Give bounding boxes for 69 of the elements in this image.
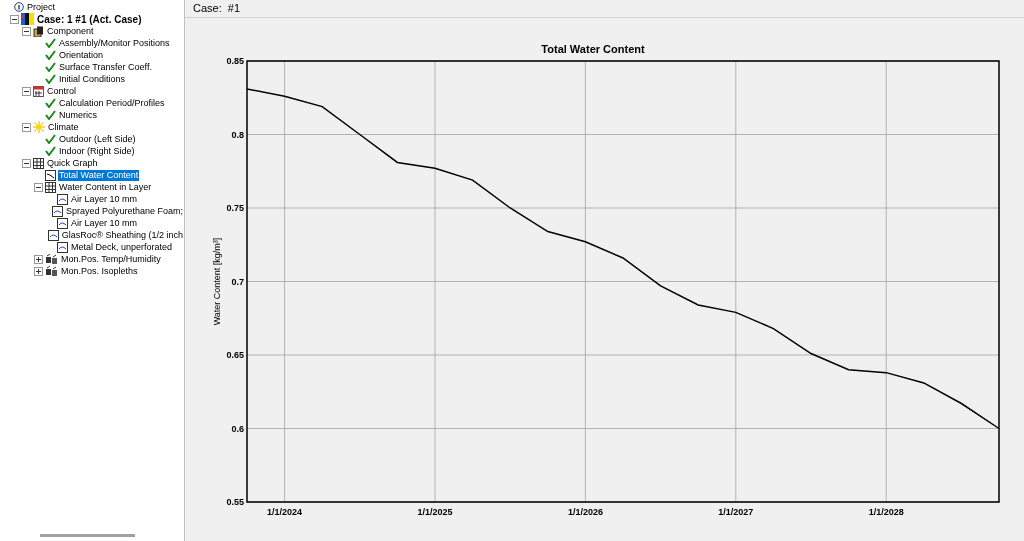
tree-item[interactable]: Air Layer 10 mm (70, 193, 139, 205)
expand-toggle[interactable] (10, 14, 19, 24)
x-tick-label: 1/1/2026 (567, 507, 603, 517)
case-icon (21, 13, 34, 25)
tree-item[interactable]: Water Content in Layer (58, 181, 153, 193)
expand-toggle[interactable] (34, 182, 43, 192)
tree-item[interactable]: Quick Graph (46, 157, 99, 169)
tree-item[interactable]: Calculation Period/Profiles (58, 97, 166, 109)
check-icon (45, 110, 56, 120)
tree-item[interactable]: Numerics (58, 109, 98, 121)
tree-item[interactable]: Total Water Content (58, 169, 140, 181)
expand-toggle[interactable] (34, 254, 43, 264)
tree-item[interactable]: Assembly/Monitor Positions (58, 37, 171, 49)
expand-toggle[interactable] (22, 86, 31, 96)
case-label: Case: #1 (193, 1, 241, 17)
tree-item[interactable]: GlasRoc® Sheathing (1/2 inch (60, 229, 184, 241)
chart-title: Total Water Content (541, 43, 645, 55)
expand-toggle[interactable] (22, 158, 31, 168)
sensor-icon (45, 265, 58, 277)
tree-item[interactable]: Control (46, 85, 77, 97)
x-tick-label: 1/1/2025 (417, 507, 453, 517)
tree-item[interactable]: Initial Conditions (58, 73, 127, 85)
line-graph-icon (47, 229, 59, 241)
check-icon (45, 98, 56, 108)
expand-toggle[interactable] (34, 266, 43, 276)
tree-item[interactable]: Indoor (Right Side) (58, 145, 136, 157)
y-tick-label: 0.75 (226, 203, 244, 213)
tree-item[interactable]: Metal Deck, unperforated (70, 241, 174, 253)
tree-item[interactable]: Mon.Pos. Isopleths (60, 265, 139, 277)
tree-item[interactable]: Case: 1 #1 (Act. Case) (36, 13, 143, 25)
line-graph-icon (57, 193, 68, 205)
sun-icon (33, 121, 45, 133)
grid-icon (45, 181, 56, 193)
y-tick-label: 0.85 (226, 56, 244, 66)
y-tick-label: 0.8 (231, 129, 244, 140)
expand-toggle[interactable] (22, 26, 31, 36)
check-icon (45, 74, 56, 84)
tree-item[interactable]: Component (46, 25, 95, 37)
grid-icon (33, 157, 44, 169)
y-tick-label: 0.6 (231, 423, 244, 434)
x-tick-label: 1/1/2028 (868, 507, 904, 517)
line-graph-icon (45, 169, 56, 181)
y-tick-label: 0.7 (231, 276, 244, 287)
tree-item[interactable]: Climate (47, 121, 80, 133)
check-icon (45, 134, 56, 144)
y-tick-label: 0.65 (226, 350, 244, 360)
component-icon (33, 25, 44, 37)
tree-item[interactable]: Project (26, 1, 56, 13)
scrollbar[interactable] (40, 534, 135, 537)
y-tick-label: 0.55 (226, 497, 244, 507)
tree-item[interactable]: Outdoor (Left Side) (58, 133, 137, 145)
y-axis-label: Water Content [kg/m³] (212, 237, 222, 326)
tree-item[interactable]: Sprayed Polyurethane Foam; (64, 205, 184, 217)
line-graph-icon (57, 217, 68, 229)
check-icon (45, 146, 56, 156)
check-icon (45, 38, 56, 48)
tree-item[interactable]: Air Layer 10 mm (70, 217, 139, 229)
check-icon (45, 62, 56, 72)
check-icon (45, 50, 56, 60)
expand-toggle[interactable] (22, 122, 31, 132)
tree-item[interactable]: Mon.Pos. Temp/Humidity (60, 253, 162, 265)
x-tick-label: 1/1/2027 (718, 507, 754, 517)
sensor-icon (45, 253, 58, 265)
calendar-icon (33, 85, 44, 97)
x-tick-label: 1/1/2024 (267, 507, 303, 517)
line-graph-icon (57, 241, 68, 253)
tree-item[interactable]: Orientation (58, 49, 105, 61)
tree-item[interactable]: Surface Transfer Coeff. (58, 61, 153, 73)
line-graph-icon (51, 205, 63, 217)
